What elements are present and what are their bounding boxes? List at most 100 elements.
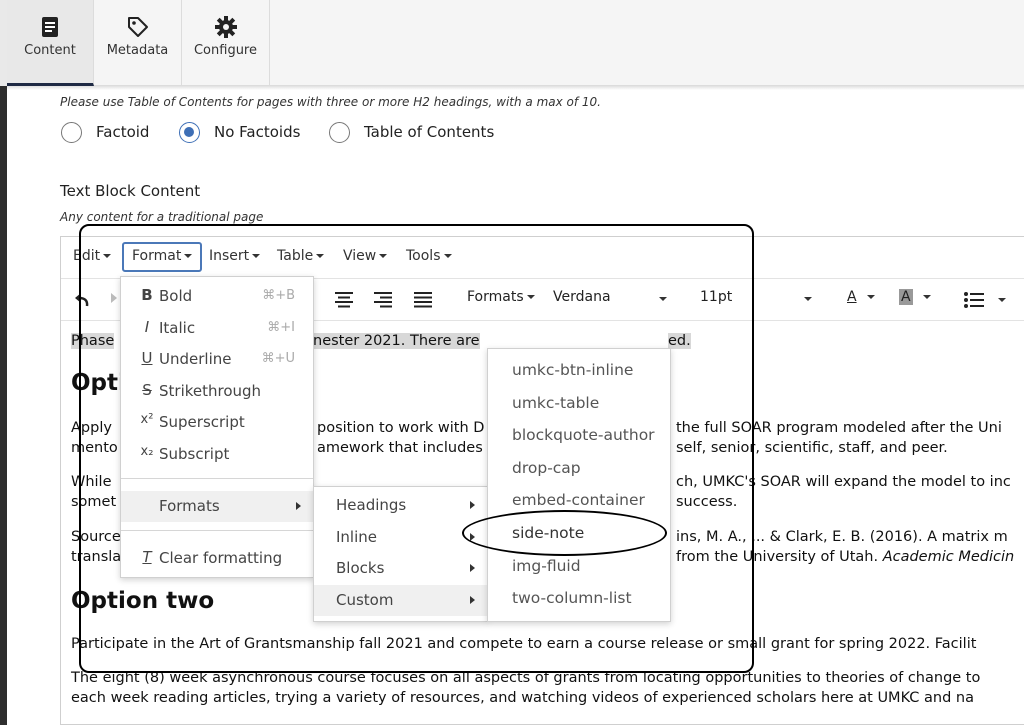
strikethrough-icon: S bbox=[142, 381, 152, 399]
menu-item-label: Bold bbox=[159, 287, 193, 305]
font-family-value: Verdana bbox=[553, 289, 611, 305]
paragraph-apply-f: self, senior, scientific, staff, and pee… bbox=[676, 440, 948, 456]
underline-icon: U bbox=[141, 349, 153, 367]
text-block-label: Text Block Content bbox=[60, 182, 201, 200]
align-justify-icon[interactable] bbox=[414, 292, 432, 308]
font-family-select[interactable]: Verdana bbox=[553, 289, 667, 305]
shortcut-label: ⌘+U bbox=[261, 351, 295, 366]
menu-label: View bbox=[343, 248, 377, 264]
menu-label: Insert bbox=[209, 248, 250, 264]
tab-label: Configure bbox=[193, 43, 257, 58]
tab-label: Metadata bbox=[106, 43, 169, 58]
submenu-label: Inline bbox=[336, 528, 378, 546]
paragraph-apply-e: amework that includes bbox=[317, 440, 483, 456]
menu-item-underline[interactable]: U Underline ⌘+U bbox=[121, 344, 313, 375]
chevron-right-icon bbox=[296, 502, 301, 510]
menu-item-italic[interactable]: I Italic ⌘+I bbox=[121, 313, 313, 344]
heading-option-one: Opti bbox=[71, 370, 126, 396]
paragraph-eight-week-2: each week reading articles, trying a var… bbox=[71, 690, 974, 706]
font-size-select[interactable]: 11pt bbox=[700, 289, 812, 305]
custom-item-side-note[interactable]: side-note bbox=[512, 524, 584, 542]
menu-label: Tools bbox=[406, 248, 441, 264]
paragraph-apply-a: Apply bbox=[71, 420, 112, 436]
menu-item-strikethrough[interactable]: S Strikethrough bbox=[121, 376, 313, 407]
paragraph-apply-b: position to work with D bbox=[317, 420, 485, 436]
menu-item-label: Italic bbox=[159, 319, 196, 337]
menu-item-label: Formats bbox=[159, 497, 220, 515]
paragraph-while-c: somet bbox=[71, 494, 117, 510]
custom-item-blockquote-author[interactable]: blockquote-author bbox=[512, 426, 655, 444]
menu-insert[interactable]: Insert bbox=[201, 242, 268, 272]
left-edge-strip bbox=[0, 0, 7, 725]
menu-item-formats[interactable]: Formats bbox=[121, 491, 313, 522]
text-color-button[interactable]: A bbox=[847, 289, 875, 305]
custom-item-embed-container[interactable]: embed-container bbox=[512, 491, 645, 509]
paragraph-apply-c: the full SOAR program modeled after the … bbox=[676, 420, 1002, 436]
custom-item-drop-cap[interactable]: drop-cap bbox=[512, 459, 581, 477]
menu-item-bold[interactable]: B Bold ⌘+B bbox=[121, 281, 313, 312]
tab-metadata[interactable]: Metadata bbox=[94, 0, 182, 86]
submenu-item-custom[interactable]: Custom bbox=[314, 585, 487, 616]
undo-icon[interactable] bbox=[73, 290, 91, 308]
menu-item-subscript[interactable]: x₂ Subscript bbox=[121, 439, 313, 470]
menu-item-superscript[interactable]: x² Superscript bbox=[121, 407, 313, 438]
divider bbox=[7, 86, 1024, 90]
formats-dropdown[interactable]: Formats bbox=[467, 289, 535, 305]
menu-item-clear-formatting[interactable]: T Clear formatting bbox=[121, 543, 313, 574]
paragraph-phase-start: Phase bbox=[71, 333, 115, 349]
paragraph-phase-end: ed. bbox=[668, 333, 691, 349]
align-right-icon[interactable] bbox=[374, 292, 392, 308]
custom-formats-submenu: umkc-btn-inline umkc-table blockquote-au… bbox=[487, 348, 671, 622]
superscript-icon: x² bbox=[140, 412, 154, 427]
submenu-item-inline[interactable]: Inline bbox=[314, 522, 487, 553]
custom-item-umkc-btn-inline[interactable]: umkc-btn-inline bbox=[512, 361, 633, 379]
paragraph-while-b: ch, UMKC's SOAR will expand the model to… bbox=[676, 474, 1011, 490]
submenu-item-headings[interactable]: Headings bbox=[314, 490, 487, 521]
font-size-value: 11pt bbox=[700, 289, 733, 305]
redo-icon[interactable] bbox=[101, 290, 119, 308]
source-journal: Academic Medicin bbox=[882, 549, 1015, 565]
menu-item-label: Clear formatting bbox=[159, 549, 283, 567]
menu-table[interactable]: Table bbox=[269, 242, 332, 272]
bullet-list-icon[interactable] bbox=[964, 292, 984, 308]
shortcut-label: ⌘+I bbox=[267, 320, 295, 335]
source-text: from the University of Utah. bbox=[676, 549, 883, 565]
gear-icon bbox=[214, 16, 237, 38]
menu-separator bbox=[121, 478, 313, 479]
menu-tools[interactable]: Tools bbox=[398, 242, 460, 272]
menu-item-label: Underline bbox=[159, 350, 232, 368]
background-color-icon: A bbox=[899, 289, 913, 305]
tab-configure[interactable]: Configure bbox=[182, 0, 270, 86]
tab-content[interactable]: Content bbox=[7, 0, 94, 86]
heading-option-two: Option two bbox=[71, 588, 215, 614]
menu-label: Table bbox=[277, 248, 314, 264]
background-color-button[interactable]: A bbox=[899, 289, 931, 305]
document-icon bbox=[42, 17, 58, 37]
paragraph-while-a: While bbox=[71, 474, 112, 490]
bullet-list-caret[interactable] bbox=[998, 298, 1006, 302]
clear-formatting-icon: T bbox=[142, 548, 152, 566]
submenu-item-blocks[interactable]: Blocks bbox=[314, 553, 487, 584]
custom-item-two-column-list[interactable]: two-column-list bbox=[512, 589, 632, 607]
paragraph-source-b: ins, M. A., ... & Clark, E. B. (2016). A… bbox=[676, 529, 1008, 545]
menu-separator bbox=[121, 530, 313, 531]
format-menu: B Bold ⌘+B I Italic ⌘+I U Underline ⌘+U S Strik… bbox=[120, 276, 314, 578]
custom-item-umkc-table[interactable]: umkc-table bbox=[512, 394, 599, 412]
submenu-label: Custom bbox=[336, 591, 394, 609]
menu-label: Edit bbox=[73, 248, 101, 264]
chevron-right-icon bbox=[470, 501, 475, 509]
menu-format[interactable]: Format bbox=[122, 242, 203, 272]
paragraph-source-a: Source bbox=[71, 529, 121, 545]
tab-label: Content bbox=[24, 43, 76, 58]
editor-tab-bar: Content Metadata Configure bbox=[7, 0, 1024, 86]
menu-edit[interactable]: Edit bbox=[65, 242, 119, 272]
custom-item-img-fluid[interactable]: img-fluid bbox=[512, 557, 581, 575]
menu-view[interactable]: View bbox=[335, 242, 395, 272]
menu-item-label: Strikethrough bbox=[159, 382, 262, 400]
chevron-right-icon bbox=[470, 533, 475, 541]
shortcut-label: ⌘+B bbox=[262, 288, 295, 303]
align-center-icon[interactable] bbox=[335, 292, 353, 308]
italic-icon: I bbox=[144, 318, 150, 336]
radio-label: No Factoids bbox=[214, 123, 301, 141]
chevron-right-icon bbox=[470, 596, 475, 604]
